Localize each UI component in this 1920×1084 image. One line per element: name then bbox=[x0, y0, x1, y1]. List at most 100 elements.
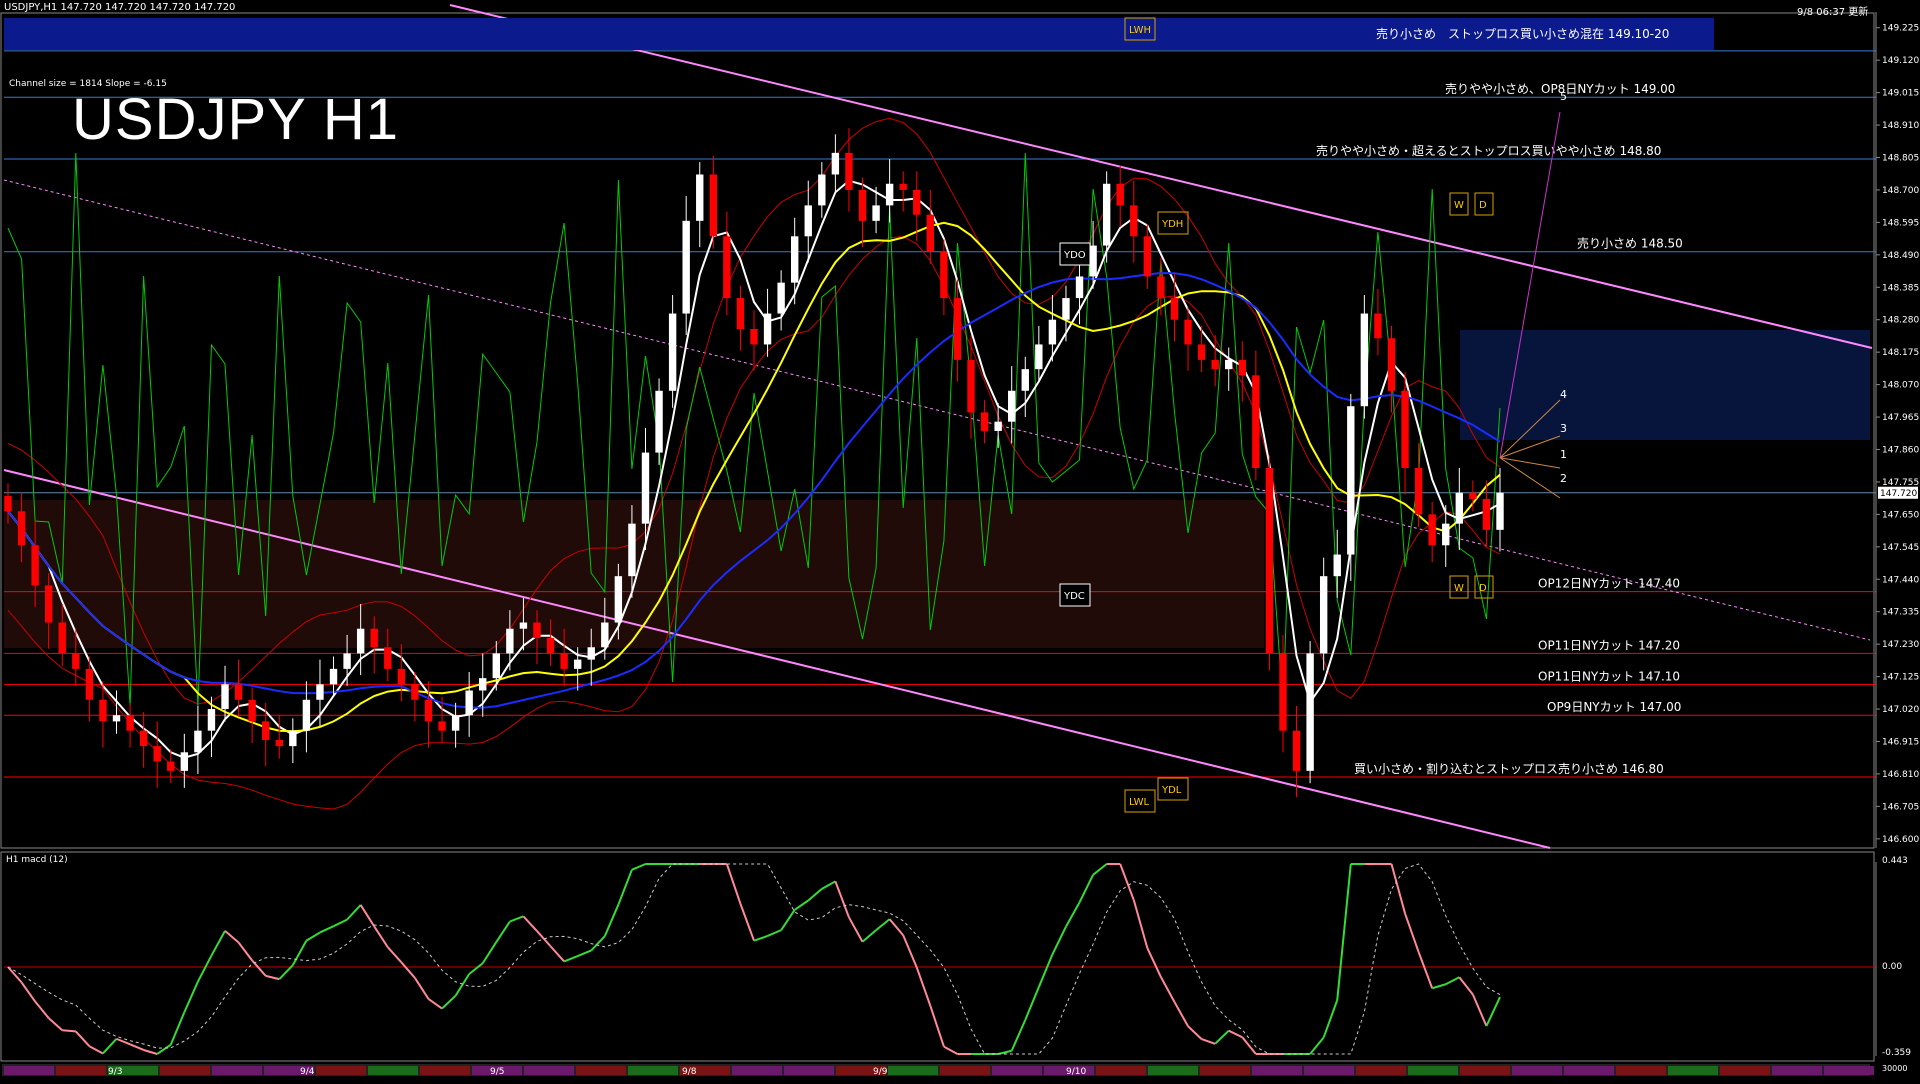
candle-body bbox=[1333, 554, 1341, 577]
y-tick-label: 148.805 bbox=[1882, 154, 1919, 164]
session-segment bbox=[1772, 1066, 1822, 1075]
price-chart: 149.225 149.120 149.015 148.910 148.805 148.7… bbox=[0, 0, 1920, 1080]
candle-body bbox=[858, 189, 867, 221]
candle-body bbox=[139, 730, 148, 747]
candle-body bbox=[99, 699, 107, 722]
candle-body bbox=[262, 721, 270, 740]
session-segment bbox=[1200, 1066, 1250, 1075]
session-label: 9/5 bbox=[490, 1067, 504, 1077]
candle-body bbox=[1211, 359, 1219, 370]
candle-body bbox=[1170, 298, 1179, 320]
session-segment bbox=[1148, 1066, 1198, 1075]
candle-body bbox=[329, 668, 338, 685]
session-segment bbox=[1460, 1066, 1510, 1075]
session-segment bbox=[628, 1066, 678, 1075]
candle-body bbox=[750, 328, 758, 345]
candle-body bbox=[573, 659, 582, 669]
y-tick-label: 146.915 bbox=[1882, 737, 1919, 747]
candle-body bbox=[804, 205, 812, 237]
session-segment bbox=[940, 1066, 990, 1075]
y-tick-label: 148.490 bbox=[1882, 251, 1919, 261]
candle-body bbox=[370, 628, 378, 648]
macd-axis-bottom: -0.359 bbox=[1882, 1048, 1912, 1058]
y-tick-label: 146.810 bbox=[1882, 770, 1919, 780]
session-segment bbox=[160, 1066, 210, 1075]
candle-body bbox=[1469, 492, 1477, 499]
candle-body bbox=[234, 684, 243, 700]
candle-body bbox=[994, 421, 1002, 431]
candle-body bbox=[1401, 390, 1409, 469]
candle-body bbox=[289, 730, 297, 747]
session-segment bbox=[732, 1066, 782, 1075]
candle-body bbox=[709, 174, 718, 237]
y-tick-label: 148.385 bbox=[1882, 283, 1919, 293]
session-segment bbox=[1824, 1066, 1874, 1075]
candle-body bbox=[736, 298, 745, 329]
candle-body bbox=[1265, 468, 1274, 654]
candle-body bbox=[4, 495, 12, 512]
session-segment bbox=[524, 1066, 574, 1075]
session-label: 9/3 bbox=[108, 1067, 122, 1077]
marker-label: W bbox=[1454, 583, 1464, 594]
candle-body bbox=[1360, 313, 1369, 407]
candle-body bbox=[58, 622, 66, 654]
candle-body bbox=[411, 684, 419, 700]
candle-body bbox=[1021, 369, 1029, 391]
candle-body bbox=[1225, 359, 1233, 370]
marker-label: LWL bbox=[1129, 797, 1150, 808]
chart-stage: 149.225 149.120 149.015 148.910 148.805 148.7… bbox=[0, 0, 1920, 1080]
candle-body bbox=[777, 282, 785, 314]
candle-body bbox=[818, 174, 826, 206]
y-tick-label: 147.440 bbox=[1882, 575, 1919, 585]
candle-body bbox=[126, 715, 134, 731]
candle-body bbox=[180, 752, 189, 771]
y-tick-label: 148.910 bbox=[1882, 121, 1919, 131]
candle-body bbox=[1482, 498, 1491, 530]
y-tick-label: 149.015 bbox=[1882, 89, 1919, 99]
level-label: 売りやや小さめ・超えるとストップロス買いやや小さめ 148.80 bbox=[1316, 143, 1661, 158]
candle-body bbox=[967, 359, 975, 413]
candle-body bbox=[275, 739, 283, 747]
candle-body bbox=[1008, 390, 1016, 422]
candle-body bbox=[1089, 245, 1097, 277]
session-segment bbox=[784, 1066, 834, 1075]
candle-body bbox=[221, 684, 229, 710]
candle-body bbox=[533, 622, 541, 638]
projection-label: 1 bbox=[1560, 448, 1567, 461]
session-segment bbox=[56, 1066, 106, 1075]
candle-body bbox=[1252, 375, 1260, 469]
marker-label: YDO bbox=[1063, 250, 1086, 261]
session-segment bbox=[4, 1066, 54, 1075]
current-price-label: 147.720 bbox=[1880, 489, 1917, 499]
session-segment bbox=[420, 1066, 470, 1075]
candle-body bbox=[72, 653, 80, 669]
candle-body bbox=[451, 715, 460, 731]
candle-body bbox=[1102, 183, 1111, 246]
y-tick-label: 147.545 bbox=[1882, 543, 1919, 553]
candle-body bbox=[926, 214, 935, 252]
candle-body bbox=[953, 298, 962, 360]
macd-label: H1 macd (12) bbox=[6, 855, 68, 865]
y-tick-label: 147.650 bbox=[1882, 510, 1919, 520]
macd-axis-top: 0.443 bbox=[1882, 856, 1908, 866]
candle-body bbox=[1496, 492, 1504, 530]
candle-body bbox=[1238, 359, 1246, 376]
candle-body bbox=[1442, 523, 1450, 546]
datetime: 9/8 06:37 bbox=[1797, 7, 1846, 18]
marker-label: YDH bbox=[1161, 219, 1183, 230]
candle-body bbox=[1428, 514, 1436, 546]
candle-body bbox=[628, 523, 636, 577]
candle-body bbox=[696, 174, 704, 221]
session-segment bbox=[1512, 1066, 1562, 1075]
candle-body bbox=[1374, 313, 1382, 339]
candle-body bbox=[343, 653, 351, 669]
candle-body bbox=[560, 653, 568, 669]
candle-body bbox=[1035, 344, 1043, 370]
candle-body bbox=[682, 220, 690, 314]
chart-title: USDJPY H1 bbox=[72, 87, 400, 152]
candle-body bbox=[1279, 653, 1287, 731]
projection-label: 4 bbox=[1560, 388, 1567, 401]
session-segment bbox=[1304, 1066, 1354, 1075]
candle-body bbox=[913, 189, 921, 215]
y-tick-label: 146.705 bbox=[1882, 802, 1919, 812]
